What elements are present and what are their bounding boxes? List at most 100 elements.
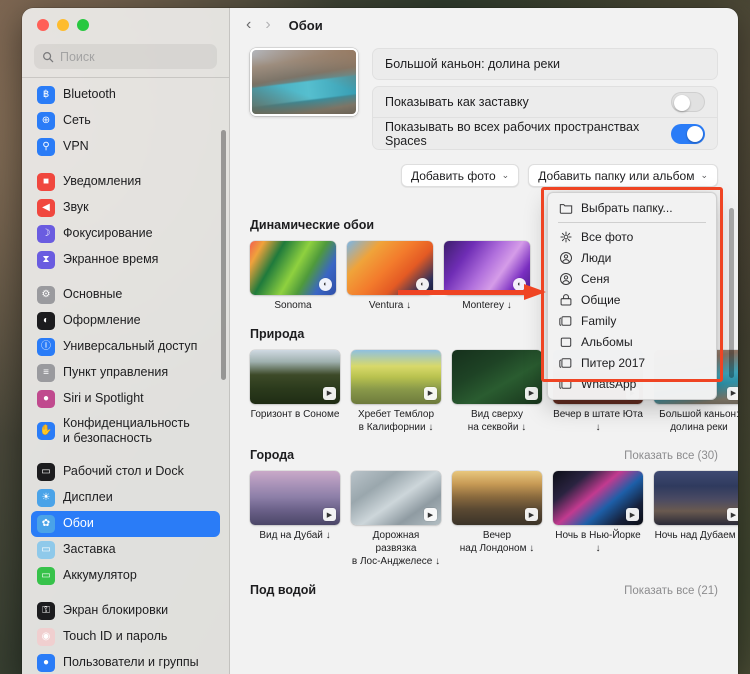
wallpaper-thumbnail[interactable]: ▶ (654, 471, 738, 526)
sidebar-item-vpn[interactable]: ⚲ VPN (31, 134, 220, 160)
sidebar-item-экранное-время[interactable]: ⧗ Экранное время (31, 247, 220, 273)
menu-item-общие[interactable]: Общие (548, 290, 716, 311)
sidebar-item-рабочий-стол-и-dock[interactable]: ▭ Рабочий стол и Dock (31, 459, 220, 485)
section-title: Природа (250, 326, 305, 341)
video-wallpaper-icon: ▶ (626, 508, 639, 522)
sidebar-item-bluetooth[interactable]: ฿ Bluetooth (31, 82, 220, 108)
wallpaper-thumbnail[interactable]: ▶ (452, 349, 542, 404)
sidebar-item-заставка[interactable]: ▭ Заставка (31, 537, 220, 563)
content-scrollbar[interactable] (729, 208, 734, 378)
tile-row: ▶ Вид на Дубай ↓ ▶ Дорожная развязка в Лос-… (250, 471, 738, 568)
sidebar-item-экран-блокировки[interactable]: ⚿ Экран блокировки (31, 598, 220, 624)
menu-item-whatsapp[interactable]: WhatsApp (548, 374, 716, 395)
show-all-link[interactable]: Показать все (30) (624, 450, 718, 462)
sidebar-item-touch-id-и-пароль[interactable]: ◉ Touch ID и пароль (31, 624, 220, 650)
sidebar-item-конфиденциальность-и-безопасность[interactable]: ✋ Конфиденциальность и безопасность (31, 412, 220, 450)
accessibility-icon: Ⓘ (37, 337, 55, 356)
sidebar-scrollbar[interactable] (221, 130, 226, 380)
show-all-link[interactable]: Показать все (21) (624, 585, 718, 597)
menu-item-альбомы[interactable]: Альбомы (548, 332, 716, 353)
sidebar-item-аккумулятор[interactable]: ▭ Аккумулятор (31, 563, 220, 589)
sidebar-item-пользователи-и-группы[interactable]: ● Пользователи и группы (31, 650, 220, 674)
wallpaper-tile[interactable]: ▶ Вид сверху на секвойи ↓ (452, 349, 542, 435)
person-icon (558, 251, 573, 265)
sidebar-item-label: Обои (63, 516, 94, 531)
sidebar-item-label: Оформление (63, 313, 141, 328)
wallpaper-thumbnail[interactable]: ▶ (553, 471, 643, 526)
sidebar-item-label: Touch ID и пароль (63, 629, 168, 644)
search-field[interactable]: Поиск (34, 44, 217, 69)
chevron-down-icon: ⌄ (501, 170, 510, 180)
notifications-icon: ■ (37, 172, 55, 191)
wallpaper-thumbnail[interactable]: ▶ (452, 471, 542, 526)
sidebar-item-фокусирование[interactable]: ☽ Фокусирование (31, 221, 220, 247)
wallpaper-tile[interactable]: ▶ Горизонт в Сономе (250, 349, 340, 435)
wallpaper-tile[interactable]: ▶ Ночь над Дубаем ↓ (654, 471, 738, 568)
add-folder-or-album-button[interactable]: Добавить папку или альбом ⌄ (528, 164, 718, 187)
albums-stack-icon (558, 314, 573, 328)
annotation-arrow (398, 284, 546, 300)
wallpaper-thumbnail[interactable]: ▶ (351, 471, 441, 526)
sidebar-item-звук[interactable]: ◀ Звук (31, 195, 220, 221)
sidebar-item-обои[interactable]: ✿ Обои (31, 510, 220, 537)
toggle-show-all-spaces[interactable] (671, 123, 705, 144)
menu-item-family[interactable]: Family (548, 311, 716, 332)
wallpaper-tile[interactable]: ◐ Ventura ↓ (347, 241, 433, 313)
screensaver-icon: ▭ (37, 540, 55, 559)
menu-item-питер-2017[interactable]: Питер 2017 (548, 353, 716, 374)
wallpaper-thumbnail[interactable]: ▶ (250, 471, 340, 526)
section-title: Динамические обои (250, 218, 375, 232)
menu-item-люди[interactable]: Люди (548, 248, 716, 269)
sidebar: Поиск ฿ Bluetooth ⊕ Сеть ⚲ VPN ■ Уведомления ◀ Зв… (22, 8, 230, 674)
section-title: Под водой (250, 582, 317, 597)
wallpaper-tile[interactable]: ◐ Monterey ↓ (444, 241, 530, 313)
section-header: Под водой Показать все (21) (250, 583, 718, 597)
add-folder-or-album-menu: Выбрать папку... Все фото Люди Сеня Общие Fam… (547, 192, 717, 400)
sidebar-item-siri-и-spotlight[interactable]: ● Siri и Spotlight (31, 386, 220, 412)
wallpaper-thumbnail[interactable]: ◐ (250, 241, 336, 295)
video-wallpaper-icon: ▶ (424, 386, 437, 400)
wallpaper-preview-thumbnail[interactable] (250, 48, 358, 116)
wallpaper-thumbnail[interactable]: ◐ (444, 241, 530, 295)
menu-item-label: Выбрать папку... (581, 200, 673, 215)
sidebar-item-оформление[interactable]: ◐ Оформление (31, 308, 220, 334)
wallpaper-tile[interactable]: ▶ Вид на Дубай ↓ (250, 471, 340, 568)
menu-item-выбрать-папку[interactable]: Выбрать папку... (548, 197, 716, 218)
sidebar-item-уведомления[interactable]: ■ Уведомления (31, 169, 220, 195)
wallpaper-tile[interactable]: ▶ Вечер над Лондоном ↓ (452, 471, 542, 568)
sidebar-item-пункт-управления[interactable]: ≡ Пункт управления (31, 360, 220, 386)
sidebar-item-универсальный-доступ[interactable]: Ⓘ Универсальный доступ (31, 334, 220, 360)
option-row-spaces[interactable]: Показывать во всех рабочих пространствах… (372, 118, 718, 150)
toggle-show-as-screensaver[interactable] (671, 92, 705, 112)
sidebar-item-дисплеи[interactable]: ☀ Дисплеи (31, 485, 220, 511)
close-button[interactable] (37, 19, 49, 31)
privacy-hand-icon: ✋ (37, 421, 55, 440)
wallpaper-thumbnail[interactable]: ▶ (250, 349, 340, 404)
wallpaper-tile[interactable]: ▶ Хребет Темблор в Калифорнии ↓ (351, 349, 441, 435)
page-title: Обои (288, 17, 323, 33)
wallpaper-thumbnail[interactable]: ◐ (347, 241, 433, 295)
add-photo-button[interactable]: Добавить фото ⌄ (400, 164, 520, 187)
back-button[interactable]: ‹ (246, 17, 251, 33)
menu-item-сеня[interactable]: Сеня (548, 269, 716, 290)
wallpaper-tile[interactable]: ▶ Ночь в Нью-Йорке ↓ (553, 471, 643, 568)
zoom-button[interactable] (77, 19, 89, 31)
menu-item-все-фото[interactable]: Все фото (548, 227, 716, 248)
wallpaper-tile[interactable]: ▶ Дорожная развязка в Лос-Анджелесе ↓ (351, 471, 441, 568)
sidebar-item-основные[interactable]: ⚙ Основные (31, 282, 220, 308)
wallpaper-name-label: Большой каньон: долина реки (385, 57, 560, 71)
search-icon (43, 51, 54, 62)
video-wallpaper-icon: ▶ (727, 386, 738, 400)
network-globe-icon: ⊕ (37, 111, 55, 130)
option-row-screensaver[interactable]: Показывать как заставку (372, 86, 718, 118)
screen-time-icon: ⧗ (37, 250, 55, 269)
sidebar-item-сеть[interactable]: ⊕ Сеть (31, 108, 220, 134)
wallpaper-thumbnail[interactable]: ▶ (351, 349, 441, 404)
vpn-globe-icon: ⚲ (37, 137, 55, 156)
wallpaper-tile[interactable]: ◐ Sonoma (250, 241, 336, 313)
forward-button[interactable]: › (265, 17, 270, 33)
add-folder-label: Добавить папку или альбом (538, 168, 695, 183)
toggle-knob (674, 94, 690, 111)
sidebar-item-label: Экранное время (63, 252, 159, 267)
minimize-button[interactable] (57, 19, 69, 31)
